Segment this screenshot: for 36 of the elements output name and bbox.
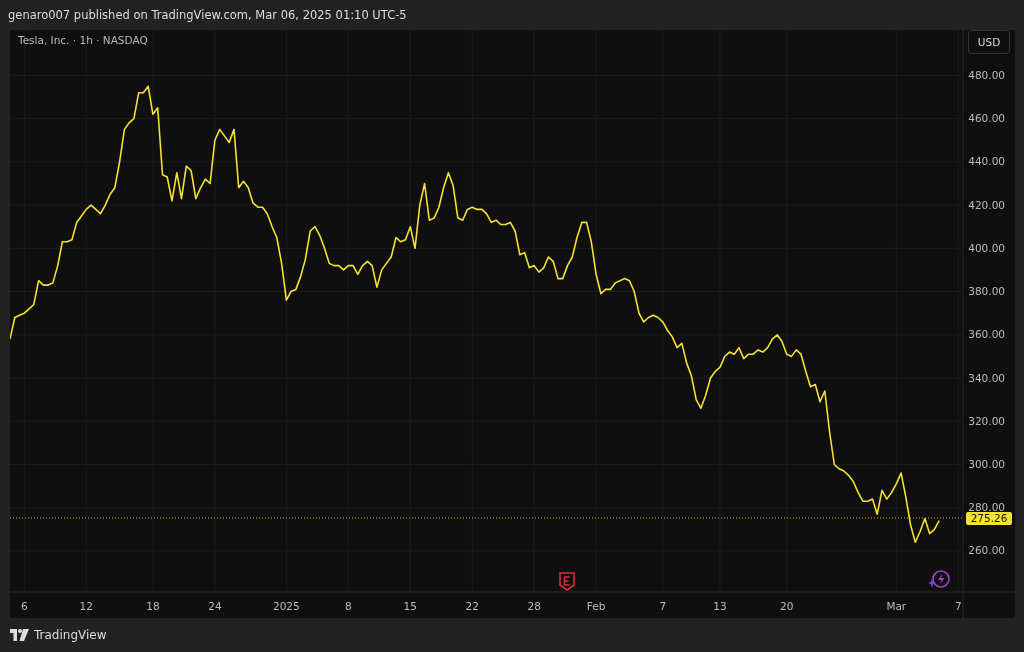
earnings-marker-icon[interactable]	[559, 572, 575, 591]
ref-line-label: 275.26	[970, 511, 1008, 524]
time-axis-label: 7	[954, 600, 962, 612]
time-axis-label: 13	[713, 600, 727, 612]
lightning-icon[interactable]	[928, 570, 950, 588]
last-price-tag: 275.26	[966, 511, 1012, 525]
price-axis-label: 280.00	[968, 501, 1005, 514]
time-axis-label: 6	[20, 600, 28, 612]
time-axis-label: 24	[208, 600, 222, 612]
price-axis-label: 460.00	[968, 112, 1005, 125]
logo-icon	[10, 629, 30, 641]
price-axis-label: 260.00	[968, 544, 1005, 557]
price-axis-label: 380.00	[968, 285, 1005, 298]
brand-name[interactable]: TradingView	[34, 628, 107, 642]
time-axis-label: 2025	[273, 600, 300, 612]
time-axis-label: 20	[780, 600, 794, 612]
price-axis-label: 340.00	[968, 371, 1005, 384]
time-axis-label: Feb	[586, 600, 606, 612]
price-axis-label: 320.00	[968, 414, 1005, 427]
time-axis-label: Mar	[886, 600, 907, 612]
time-axis-label: 28	[527, 600, 541, 612]
symbol-title: Tesla, Inc. · 1h · NASDAQ	[18, 34, 148, 46]
price-axis-label: 420.00	[968, 198, 1005, 211]
publication-caption: genaro007 published on TradingView.com, Mar 06, 2025 01:10 UTC-5	[7, 7, 408, 24]
time-axis-label: 18	[146, 600, 160, 612]
price-axis-label: 400.00	[968, 241, 1005, 254]
time-axis-label: 22	[465, 600, 479, 612]
price-axis-label: 360.00	[968, 328, 1005, 341]
time-axis-label: 12	[79, 600, 93, 612]
price-axis-label: 440.00	[968, 155, 1005, 168]
price-axis-label: 480.00	[968, 68, 1005, 81]
time-axis-label: 7	[659, 600, 667, 612]
price-axis-label: 300.00	[968, 457, 1005, 470]
time-axis-label: 8	[344, 600, 352, 612]
time-axis-label: 15	[403, 600, 417, 612]
currency-button[interactable]: USD	[968, 30, 1010, 54]
